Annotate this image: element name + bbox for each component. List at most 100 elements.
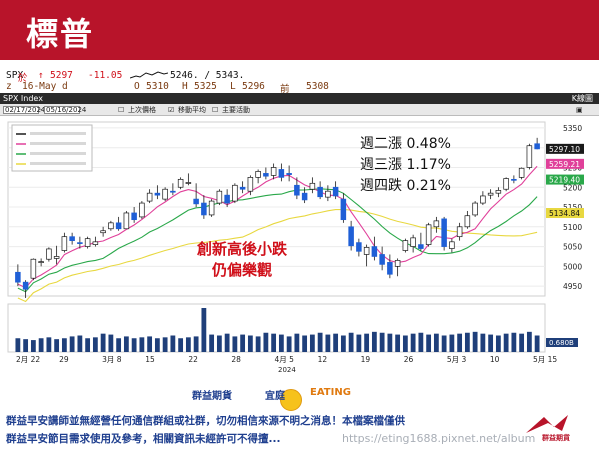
candle-body [309,182,316,190]
x-tick-label: 29 [59,355,69,364]
candle-body [449,241,455,249]
candle-body [433,220,440,228]
volume-bar [294,333,300,352]
checkbox-icon[interactable]: ☐ [212,104,218,116]
candle-body [46,248,52,260]
candle-body [534,143,540,150]
volume-bar [271,333,277,352]
candle-body [340,198,347,221]
key-events-toggle[interactable]: 主要活動 [222,104,250,116]
candle-body [131,212,137,221]
price-tick-label: 5050 [563,243,582,252]
price-tick-label: 5100 [563,223,582,232]
x-year-label: 2024 [278,366,296,374]
volume-bar [472,331,478,352]
candle-body [123,212,130,230]
volume-bar [232,336,238,352]
volume-bar [333,333,339,352]
candle-body [216,190,223,204]
last-price-toggle[interactable]: 上次價格 [128,104,156,116]
volume-bar [38,338,44,352]
candle-body [317,186,323,198]
candle-body [363,247,370,255]
candle-body [441,218,447,247]
candle-body [503,178,509,190]
candle-body [464,215,471,228]
candle-body [170,190,176,193]
row-2-mark: z [6,81,12,92]
session-date: 16-May d [22,81,68,92]
candle-body [278,169,285,178]
volume-bar [185,337,191,352]
high-label: H [182,81,188,92]
volume-bar [15,338,21,352]
candle-body [371,246,378,257]
volume-bar [534,335,540,352]
logo-text: 群益期貨 [542,434,570,442]
commentary-line-2: 仍偏樂觀 [212,261,273,279]
volume-bar [61,338,67,352]
candle-body [425,224,432,245]
chart-window-titlebar: SPX Index K線圖 [0,93,599,104]
checkbox-icon[interactable]: ☐ [118,104,124,116]
window-title: SPX Index [3,94,43,103]
date-separator: - [40,106,43,114]
tuesday-change: 週二漲 0.48% [360,136,451,152]
volume-bar [519,333,525,352]
quote-bar: SPX ↑ 5297 -11.05 5246. / 5343. z 16-May… [0,66,599,95]
prev-value: 5308 [306,81,329,92]
volume-bar [209,334,215,352]
volume-bar [54,339,60,352]
sparkline [130,71,168,79]
candle-body [410,237,416,247]
candle-body [270,167,277,176]
commentary: 創新高後小跌 仍偏樂觀 [197,239,287,281]
volume-bar [449,334,455,352]
candle-body [472,202,478,216]
volume-bar [309,334,315,352]
low-value: 5296 [242,81,265,92]
candle-body [511,178,517,181]
volume-bar [108,334,114,352]
volume-bar [379,332,385,352]
candle-body [177,178,184,188]
volume-bar [162,337,168,352]
disclaimer-line-2: 群益早安節目需求使用及參考，相關資訊未經許可不得擅... [6,433,281,445]
candle-body [232,184,238,202]
volume-bar [433,333,439,352]
moving-average-toggle[interactable]: 移動平均 [178,104,206,116]
candle-body [154,192,161,196]
x-tick-label: 26 [404,355,414,364]
candle-body [255,171,261,178]
volume-bar [286,336,292,352]
settings-icon[interactable]: ▣ [576,104,583,116]
volume-bar [511,332,517,352]
candle-body [77,242,83,244]
candle-body [301,192,308,201]
candle-body [100,230,106,234]
x-tick-label: 19 [361,355,371,364]
x-tick-label: 5月 3 [447,355,467,364]
range-text: 5246. / 5343. [170,70,245,81]
volume-bar [92,337,98,352]
chart-type-label[interactable]: K線圖 [572,93,593,104]
volume-bar [263,332,269,352]
candle-body [387,262,393,275]
volume-bar [395,334,401,352]
candle-body [69,236,75,241]
checkbox-icon[interactable]: ☑ [168,104,174,116]
x-tick-label: 4月 5 [275,355,295,364]
price-tag-label: 5297.10 [549,145,580,154]
volume-bar [100,333,106,352]
volume-bar [302,335,308,352]
candle-body [193,198,199,205]
page-title: 標普 [26,15,95,53]
volume-bar [131,338,137,352]
volume-bar [201,308,207,352]
chart-controls: 02/17/2024 - 05/16/2024 ☐ 上次價格 ☑ 移動平均 ☐ … [0,104,599,116]
volume-bar [488,334,494,352]
candle-body [495,190,502,194]
volume-bar [402,335,408,352]
volume-bar [426,334,432,352]
volume-bar [364,333,370,352]
